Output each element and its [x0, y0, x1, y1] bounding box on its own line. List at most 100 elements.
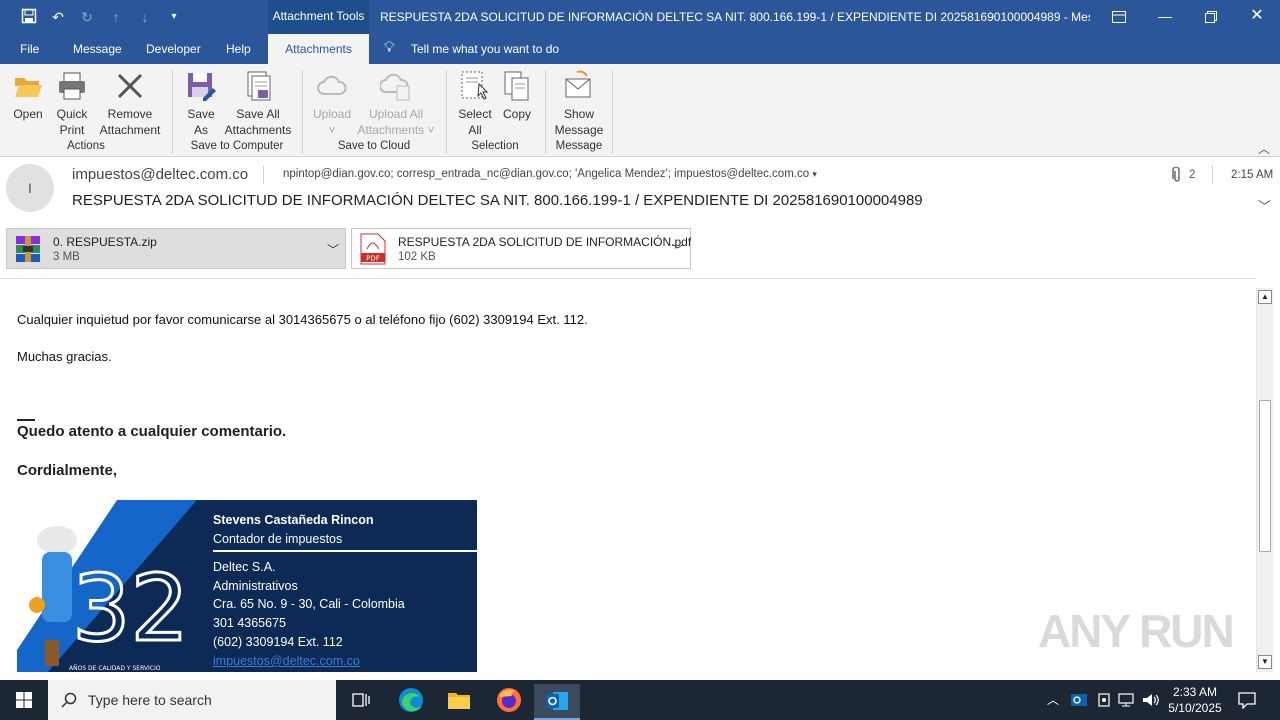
task-view-icon[interactable]: [338, 684, 384, 716]
expand-header-chevron-down-icon[interactable]: ﹀: [1258, 196, 1271, 215]
save-all-attachments-icon: [247, 71, 271, 101]
taskbar-search-box[interactable]: Type here to search: [48, 680, 336, 720]
signature-divider: [213, 550, 477, 552]
winrar-archive-icon: [16, 236, 40, 262]
body-line-contact: Cualquier inquietud por favor comunicars…: [17, 312, 588, 327]
watermark: ANY RUN: [1038, 605, 1235, 657]
save-as-button[interactable]: Save As: [182, 70, 220, 138]
select-all-icon: [461, 71, 489, 100]
group-label-selection: Selection: [471, 140, 519, 152]
windows-taskbar: Type here to search ︿ 2:33 AM 5/10/2025: [0, 680, 1280, 720]
notifications-icon[interactable]: [1238, 691, 1256, 709]
save-icon[interactable]: [20, 8, 38, 26]
previous-item-icon[interactable]: ↑: [107, 8, 125, 26]
signature-role: Contador de impuestos: [213, 532, 343, 546]
firefox-icon[interactable]: [486, 684, 532, 716]
window-titlebar: ↶ ↻ ↑ ↓ ▾ Attachment Tools RESPUESTA 2DA…: [0, 0, 1280, 34]
start-button[interactable]: [0, 680, 48, 720]
attachment-menu-chevron-down-icon[interactable]: ﹀: [327, 241, 339, 258]
file-explorer-icon[interactable]: [436, 684, 482, 716]
ribbon-tabs: File Message Developer Help 💡︎ Tell me w…: [0, 34, 1280, 64]
deltec-32-years-logo: 32 AÑOS DE CALIDAD Y SERVICIO: [17, 500, 227, 672]
edge-browser-icon[interactable]: [388, 684, 434, 716]
lightbulb-icon: 💡︎: [384, 39, 395, 56]
undo-icon[interactable]: ↶: [49, 8, 67, 26]
volume-icon[interactable]: [1142, 692, 1160, 708]
network-icon[interactable]: [1118, 692, 1136, 708]
ribbon-divider: [545, 70, 546, 154]
svg-text:32: 32: [72, 555, 189, 662]
maximize-icon[interactable]: [1188, 0, 1234, 32]
group-label-actions: Actions: [67, 140, 105, 152]
ribbon-divider: [172, 70, 173, 154]
group-label-message: Message: [555, 140, 603, 152]
attachment-name: 0. RESPUESTA.zip: [53, 235, 157, 249]
signature-email-link[interactable]: impuestos@deltec.com.co: [213, 654, 360, 668]
minimize-icon[interactable]: —: [1142, 0, 1188, 32]
collapse-ribbon-chevron-up-icon[interactable]: ︿: [1258, 140, 1270, 157]
attachment-name: RESPUESTA 2DA SOLICITUD DE INFORMACIÓN.p…: [398, 235, 692, 249]
ribbon: Open Quick Print Remove Attachment Actions…: [0, 64, 1280, 157]
outlook-tray-icon[interactable]: [1071, 692, 1087, 708]
tell-me-search[interactable]: Tell me what you want to do: [411, 42, 559, 56]
tab-attachments[interactable]: Attachments: [268, 34, 369, 64]
copy-button[interactable]: Copy: [498, 70, 536, 122]
show-hidden-icons-chevron-up-icon[interactable]: ︿: [1047, 691, 1059, 708]
received-time: 2:15 AM: [1231, 169, 1274, 181]
next-item-icon[interactable]: ↓: [136, 8, 154, 26]
tab-developer[interactable]: Developer: [146, 42, 201, 56]
show-message-button[interactable]: Show Message: [552, 70, 606, 138]
upload-all-attachments-button[interactable]: Upload All Attachments ˅: [354, 70, 438, 138]
remove-attachment-button[interactable]: Remove Attachment: [96, 70, 164, 138]
device-tray-icon[interactable]: [1096, 692, 1112, 708]
upload-button[interactable]: Upload ˅: [310, 70, 354, 138]
printer-icon: [59, 72, 85, 100]
redo-icon[interactable]: ↻: [78, 8, 96, 26]
ribbon-display-options-icon[interactable]: [1096, 0, 1142, 32]
signature-company: Deltec S.A.: [213, 560, 276, 574]
signature-name: Stevens Castañeda Rincon: [213, 513, 374, 527]
tab-message[interactable]: Message: [73, 42, 122, 56]
customize-toolbar-icon[interactable]: ▾: [165, 8, 183, 26]
signature-department: Administrativos: [213, 579, 298, 593]
scroll-thumb[interactable]: [1259, 400, 1271, 552]
open-button[interactable]: Open: [8, 70, 48, 122]
scroll-up-arrow-icon[interactable]: ▲: [1258, 290, 1272, 304]
signature-mobile: 301 4365675: [213, 616, 286, 630]
header-divider: [263, 166, 264, 184]
close-icon[interactable]: ✕: [1234, 0, 1280, 32]
message-body: Cualquier inquietud por favor comunicars…: [0, 278, 1256, 672]
expand-recipients-chevron-icon[interactable]: ▾: [812, 169, 817, 179]
attachment-pdf[interactable]: PDF RESPUESTA 2DA SOLICITUD DE INFORMACI…: [351, 228, 691, 269]
search-placeholder: Type here to search: [88, 692, 212, 708]
sender-address[interactable]: impuestos@deltec.com.co: [72, 166, 248, 183]
tab-help[interactable]: Help: [226, 42, 251, 56]
attachment-menu-chevron-down-icon[interactable]: ﹀: [672, 241, 684, 258]
scroll-down-arrow-icon[interactable]: ▼: [1258, 655, 1272, 669]
recipients-list[interactable]: npintop@dian.gov.co; corresp_entrada_nc@…: [283, 168, 817, 180]
ribbon-divider: [446, 70, 447, 154]
remove-x-icon: [117, 73, 143, 99]
body-line-thanks: Muchas gracias.: [17, 349, 112, 364]
body-line-attentive: Quedo atento a cualquier comentario.: [17, 423, 287, 440]
group-label-save-to-cloud: Save to Cloud: [337, 140, 411, 152]
message-subject: RESPUESTA 2DA SOLICITUD DE INFORMACIÓN D…: [72, 192, 923, 209]
body-scrollbar[interactable]: ▲ ▼: [1256, 288, 1273, 672]
header-divider: [1212, 166, 1213, 184]
email-signature: 32 AÑOS DE CALIDAD Y SERVICIO Stevens Ca…: [17, 500, 477, 672]
taskbar-clock[interactable]: 2:33 AM 5/10/2025: [1166, 684, 1224, 716]
select-all-button[interactable]: Select All: [454, 70, 496, 138]
paperclip-icon: [1172, 166, 1182, 186]
save-all-attachments-button[interactable]: Save All Attachments: [222, 70, 294, 138]
show-message-icon: [565, 70, 591, 98]
pdf-file-icon: PDF: [360, 233, 386, 265]
ribbon-divider: [302, 70, 303, 154]
attachment-size: 102 KB: [398, 251, 436, 263]
svg-text:PDF: PDF: [366, 255, 380, 263]
attachment-zip[interactable]: 0. RESPUESTA.zip 3 MB ﹀: [6, 228, 346, 269]
outlook-taskbar-icon[interactable]: [534, 684, 580, 720]
divider-dash: [17, 419, 35, 421]
quick-print-button[interactable]: Quick Print: [52, 70, 92, 138]
copy-icon: [504, 71, 529, 101]
tab-file[interactable]: File: [20, 42, 39, 56]
